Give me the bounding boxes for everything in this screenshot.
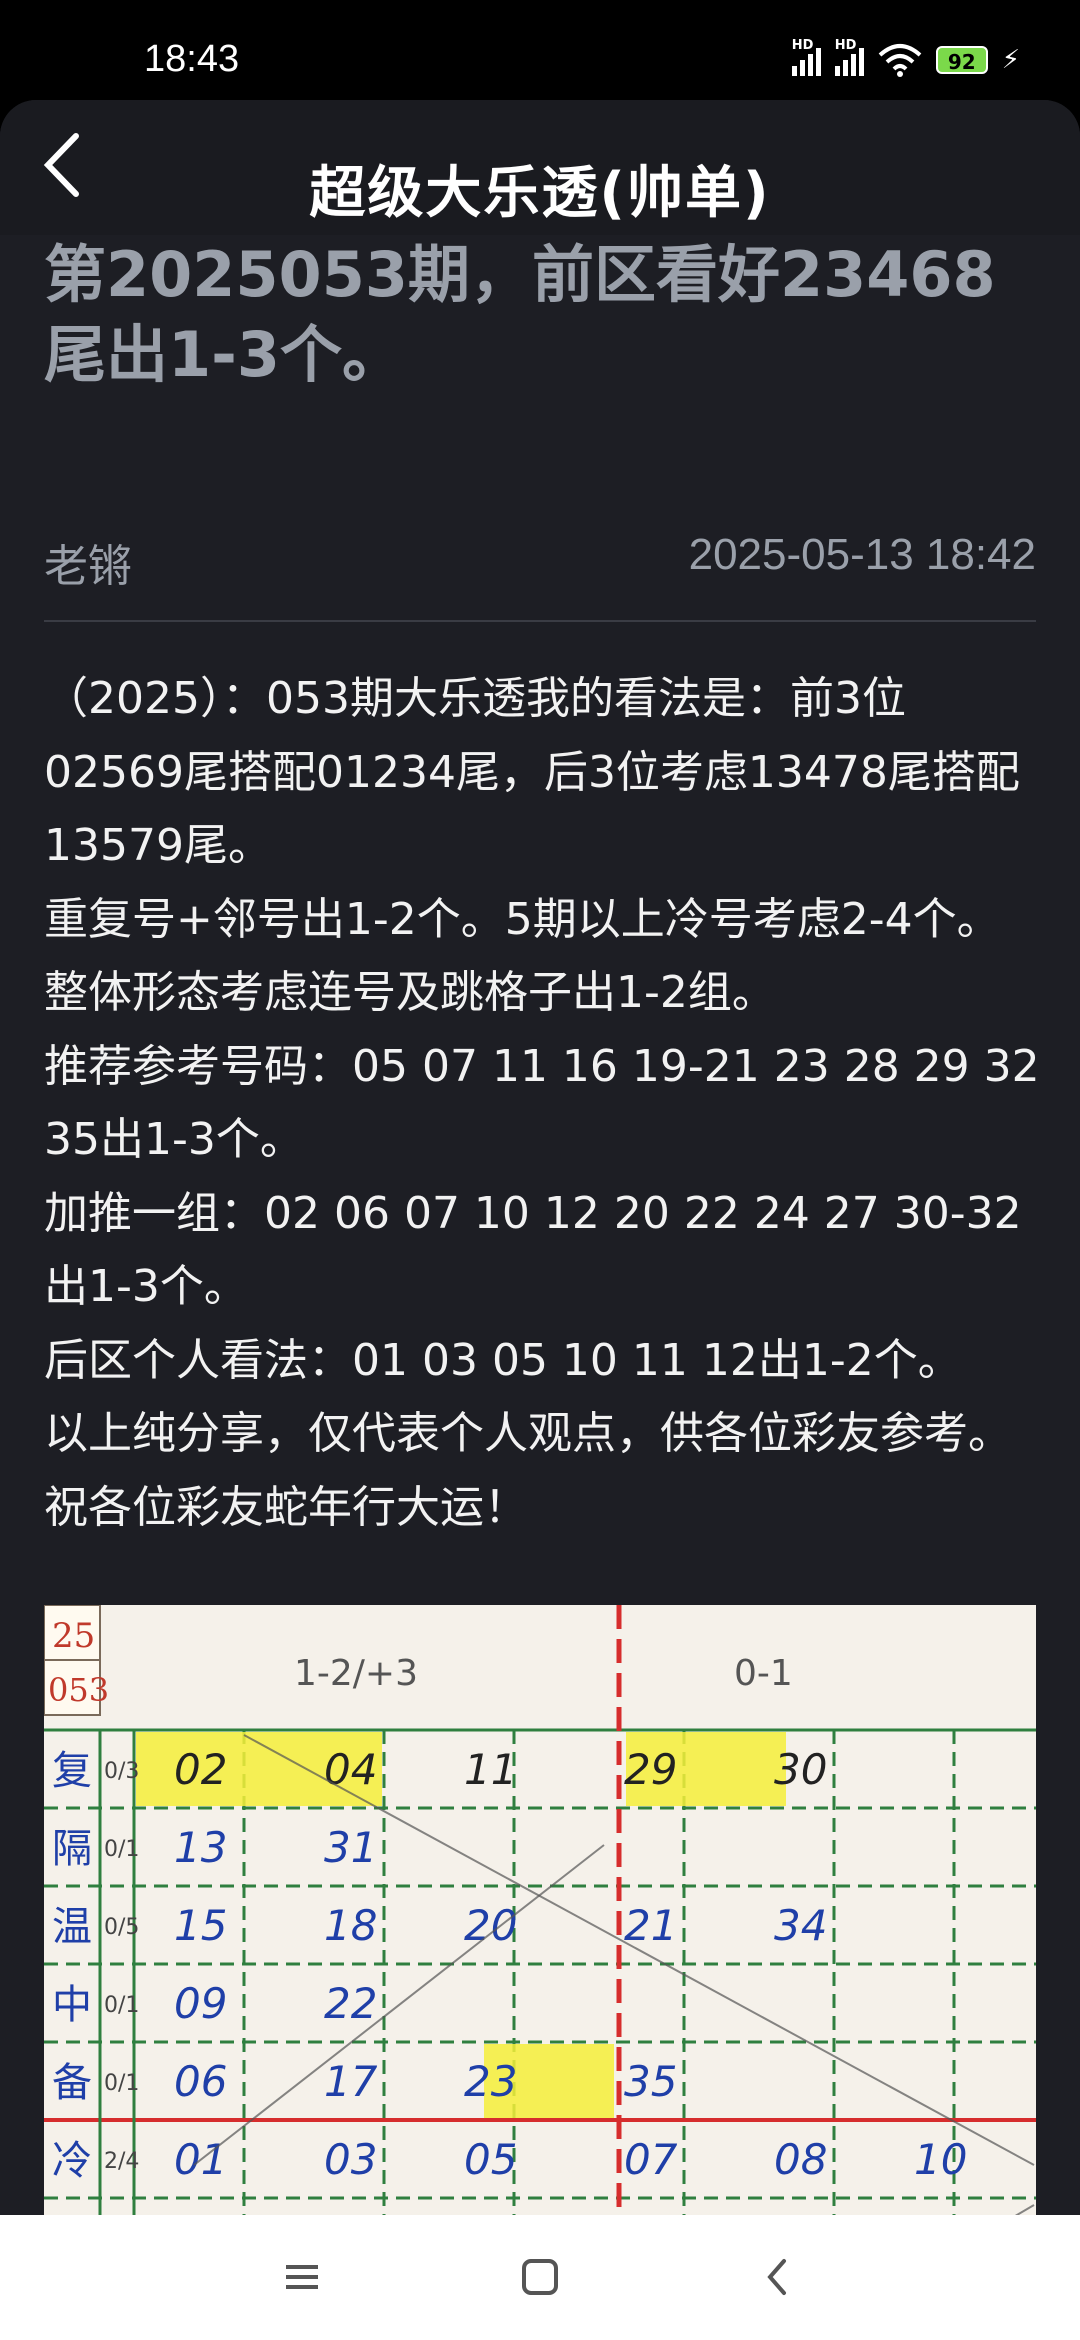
row-label: 隔: [52, 1826, 92, 1872]
author-name[interactable]: 老锵: [44, 530, 132, 594]
page-title: 超级大乐透(帅单): [309, 161, 771, 226]
paragraph: 整体形态考虑连号及跳格子出1-2组。: [44, 967, 776, 1018]
row-label: 温: [52, 1904, 92, 1950]
number-cell: 09: [174, 1979, 227, 2028]
number-cell: 29: [624, 1745, 677, 1794]
row-ratio: 0/3: [104, 1759, 139, 1784]
row-ratio: 0/1: [104, 2071, 139, 2096]
row-ratio: 2/4: [104, 2149, 139, 2174]
number-cell: 13: [174, 1823, 227, 1872]
period-top-label: 25: [52, 1616, 95, 1656]
paragraph: 后区个人看法：01 03 05 10 11 12出1-2个。: [44, 1334, 962, 1386]
menu-icon[interactable]: [272, 2247, 332, 2307]
note-left: 1-2/+3: [294, 1653, 418, 1694]
number-cell: 02: [174, 1745, 227, 1794]
back-icon[interactable]: [748, 2247, 808, 2307]
signal-icon-2: HD: [834, 38, 864, 76]
hd-label-2: HD: [834, 38, 857, 53]
charging-icon: ⚡: [1001, 45, 1020, 75]
row-label: 冷: [52, 2138, 92, 2184]
paragraph: 推荐参考号码：05 07 11 16 19-21 23 28 29 32 35出…: [44, 1040, 1040, 1166]
row-label: 备: [52, 2060, 92, 2106]
note-right: 0-1: [734, 1653, 793, 1694]
status-bar: 18:43 HD HD 92 ⚡: [0, 0, 1080, 100]
header-bar: 超级大乐透(帅单): [0, 100, 1080, 235]
number-cell: 07: [624, 2135, 678, 2184]
paragraph: 以上纯分享，仅代表个人观点，供各位彩友参考。: [44, 1408, 1012, 1459]
wifi-icon: [878, 44, 922, 77]
number-cell: 15: [174, 1901, 227, 1950]
row-ratio: 0/1: [104, 1993, 139, 2018]
lottery-sheet-image: 25 053 1-2/+3 0-1 复 0/3 02 04 11 29 30 隔 0/1 13 31 温 0/5…: [44, 1605, 1036, 2215]
number-cell: 34: [774, 1901, 827, 1950]
number-cell: 06: [174, 2057, 227, 2106]
number-cell: 08: [774, 2135, 827, 2184]
publish-date: 2025-05-13 18:42: [688, 530, 1036, 579]
home-icon[interactable]: [510, 2247, 570, 2307]
number-cell: 17: [324, 2057, 378, 2106]
number-cell: 22: [324, 1979, 377, 2028]
row-label: 中: [52, 1982, 92, 2028]
paragraph: 重复号+邻号出1-2个。5期以上冷号考虑2-4个。: [44, 893, 1001, 945]
number-cell: 21: [624, 1901, 677, 1950]
number-cell: 23: [464, 2057, 517, 2106]
number-cell: 05: [464, 2135, 517, 2184]
paragraph: （2025）：053期大乐透我的看法是：前3位02569尾搭配01234尾，后3…: [44, 673, 1020, 871]
article-panel: 超级大乐透(帅单) 第2025053期，前区看好23468尾出1-3个。 老锵 …: [0, 100, 1080, 2215]
status-time: 18:43: [144, 38, 240, 80]
row-label: 复: [52, 1748, 92, 1794]
article-body: （2025）：053期大乐透我的看法是：前3位02569尾搭配01234尾，后3…: [44, 662, 1044, 1544]
paragraph: 加推一组：02 06 07 10 12 20 22 24 27 30-32出1-…: [44, 1187, 1022, 1313]
number-cell: 11: [464, 1745, 517, 1794]
number-cell: 31: [324, 1823, 377, 1872]
signal-icon: HD: [791, 38, 821, 76]
number-cell: 20: [464, 1901, 517, 1950]
number-cell: 35: [624, 2057, 677, 2106]
row-ratio: 0/1: [104, 1837, 139, 1862]
number-cell: 30: [774, 1745, 827, 1794]
handwritten-chart-photo[interactable]: 25 053 1-2/+3 0-1 复 0/3 02 04 11 29 30 隔 0/1 13 31 温 0/5…: [44, 1605, 1036, 2215]
row-ratio: 0/5: [104, 1915, 139, 1940]
system-nav-bar: [0, 2215, 1080, 2340]
divider: [44, 620, 1036, 622]
number-cell: 04: [324, 1745, 377, 1794]
period-label: 053: [48, 1671, 109, 1709]
number-cell: 18: [324, 1901, 377, 1950]
paragraph: 祝各位彩友蛇年行大运！: [44, 1481, 528, 1533]
number-cell: 03: [324, 2135, 377, 2184]
article-title: 第2025053期，前区看好23468尾出1-3个。: [44, 238, 996, 391]
number-cell: 10: [914, 2135, 967, 2184]
hd-label: HD: [791, 38, 814, 53]
battery-icon: 92: [935, 46, 988, 74]
status-icons: HD HD 92 ⚡: [791, 38, 1020, 80]
